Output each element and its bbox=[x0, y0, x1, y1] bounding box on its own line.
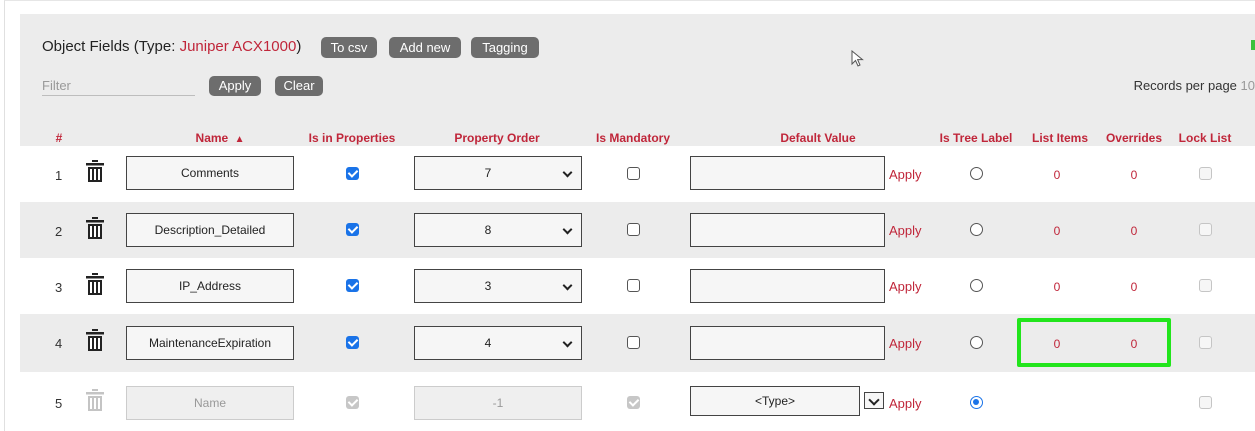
chevron-down-icon bbox=[562, 280, 573, 291]
property-order-value: 7 bbox=[484, 166, 492, 180]
is-mandatory-checkbox bbox=[627, 396, 640, 409]
is-tree-label-radio[interactable] bbox=[970, 336, 983, 349]
title-suffix: ) bbox=[296, 38, 302, 55]
column-header-lock-list: Lock List bbox=[1178, 131, 1232, 145]
chevron-down-icon bbox=[562, 167, 573, 178]
chevron-down-icon bbox=[562, 224, 573, 235]
is-in-properties-checkbox[interactable] bbox=[346, 279, 359, 292]
default-value-input[interactable] bbox=[690, 269, 885, 303]
field-name-input[interactable]: Comments bbox=[126, 156, 294, 190]
default-value-apply-link[interactable]: Apply bbox=[889, 336, 922, 351]
list-items-count[interactable]: 0 bbox=[1054, 280, 1061, 294]
records-per-page-value[interactable]: 10 bbox=[1241, 78, 1255, 93]
is-mandatory-checkbox[interactable] bbox=[627, 167, 640, 180]
column-header-name-label: Name bbox=[195, 131, 229, 145]
column-header-default-value: Default Value bbox=[780, 131, 856, 145]
field-name-input[interactable]: Description_Detailed bbox=[126, 213, 294, 247]
property-order-value: 3 bbox=[484, 279, 492, 293]
row-index: 1 bbox=[55, 168, 63, 183]
field-name-input[interactable]: MaintenanceExpiration bbox=[126, 326, 294, 360]
page-title: Object Fields (Type: Juniper ACX1000) bbox=[42, 38, 301, 55]
title-prefix: Object Fields (Type: bbox=[42, 38, 180, 55]
field-name-input: Name bbox=[126, 386, 294, 420]
chevron-down-icon bbox=[562, 337, 573, 348]
is-in-properties-checkbox[interactable] bbox=[346, 167, 359, 180]
is-in-properties-checkbox bbox=[346, 396, 359, 409]
field-name-input[interactable]: IP_Address bbox=[126, 269, 294, 303]
is-tree-label-radio[interactable] bbox=[970, 223, 983, 236]
column-header-index: # bbox=[55, 131, 63, 145]
trash-icon[interactable] bbox=[85, 273, 105, 295]
property-order-value: 8 bbox=[484, 223, 492, 237]
default-type-select[interactable]: <Type> bbox=[690, 386, 860, 416]
row-index: 5 bbox=[55, 396, 63, 411]
property-order-value: -1 bbox=[492, 396, 504, 410]
trash-icon[interactable] bbox=[85, 160, 105, 182]
trash-icon[interactable] bbox=[85, 217, 105, 239]
row-index: 2 bbox=[55, 224, 63, 239]
mouse-cursor-icon bbox=[851, 50, 864, 67]
property-order-select[interactable]: 7 bbox=[414, 156, 582, 190]
column-header-name[interactable]: Name ▲ bbox=[196, 131, 245, 145]
property-order-select[interactable]: 4 bbox=[414, 326, 582, 360]
overrides-count[interactable]: 0 bbox=[1131, 168, 1138, 182]
lock-list-checkbox[interactable] bbox=[1199, 396, 1212, 409]
overrides-count[interactable]: 0 bbox=[1131, 224, 1138, 238]
tagging-button[interactable]: Tagging bbox=[471, 37, 539, 58]
is-tree-label-radio[interactable] bbox=[970, 279, 983, 292]
records-per-page: Records per page 10 bbox=[1134, 78, 1255, 93]
is-tree-label-radio[interactable] bbox=[970, 167, 983, 180]
row-index: 4 bbox=[55, 336, 63, 351]
lock-list-checkbox[interactable] bbox=[1199, 336, 1212, 349]
trash-icon bbox=[86, 389, 104, 411]
default-value-apply-link[interactable]: Apply bbox=[889, 279, 922, 294]
object-type-name: Juniper ACX1000 bbox=[179, 38, 297, 55]
default-value-apply-link[interactable]: Apply bbox=[889, 167, 922, 182]
sort-ascending-icon: ▲ bbox=[234, 134, 245, 145]
column-header-property-order: Property Order bbox=[454, 131, 540, 145]
column-header-list-items: List Items bbox=[1031, 131, 1089, 145]
is-mandatory-checkbox[interactable] bbox=[627, 279, 640, 292]
default-value-input[interactable] bbox=[690, 213, 885, 247]
default-value-apply-link[interactable]: Apply bbox=[889, 396, 922, 411]
chevron-down-icon[interactable] bbox=[864, 392, 884, 409]
lock-list-checkbox[interactable] bbox=[1199, 167, 1212, 180]
row-index: 3 bbox=[55, 280, 63, 295]
records-per-page-label: Records per page bbox=[1133, 78, 1237, 93]
is-tree-label-radio[interactable] bbox=[970, 396, 983, 409]
filter-apply-button[interactable]: Apply bbox=[209, 76, 261, 96]
default-value-input[interactable] bbox=[690, 326, 885, 360]
is-mandatory-checkbox[interactable] bbox=[627, 336, 640, 349]
lock-list-checkbox[interactable] bbox=[1199, 279, 1212, 292]
add-new-button[interactable]: Add new bbox=[389, 37, 461, 58]
filter-input[interactable] bbox=[42, 76, 195, 96]
lock-list-checkbox[interactable] bbox=[1199, 223, 1212, 236]
column-header-overrides: Overrides bbox=[1105, 131, 1163, 145]
list-items-count[interactable]: 0 bbox=[1054, 224, 1061, 238]
default-value-apply-link[interactable]: Apply bbox=[889, 223, 922, 238]
status-indicator bbox=[1251, 40, 1255, 50]
highlight-box bbox=[1017, 318, 1171, 367]
filter-clear-button[interactable]: Clear bbox=[275, 76, 323, 96]
property-order-input: -1 bbox=[414, 386, 582, 420]
column-header-is-tree-label: Is Tree Label bbox=[939, 131, 1013, 145]
to-csv-button[interactable]: To csv bbox=[321, 37, 377, 58]
property-order-select[interactable]: 8 bbox=[414, 213, 582, 247]
overrides-count[interactable]: 0 bbox=[1131, 280, 1138, 294]
is-in-properties-checkbox[interactable] bbox=[346, 223, 359, 236]
column-header-is-in-properties: Is in Properties bbox=[308, 131, 396, 145]
is-in-properties-checkbox[interactable] bbox=[346, 336, 359, 349]
column-header-is-mandatory: Is Mandatory bbox=[595, 131, 671, 145]
trash-icon[interactable] bbox=[85, 329, 105, 351]
default-value-input[interactable] bbox=[690, 156, 885, 190]
property-order-value: 4 bbox=[484, 336, 492, 350]
property-order-select[interactable]: 3 bbox=[414, 269, 582, 303]
is-mandatory-checkbox[interactable] bbox=[627, 223, 640, 236]
list-items-count[interactable]: 0 bbox=[1054, 168, 1061, 182]
